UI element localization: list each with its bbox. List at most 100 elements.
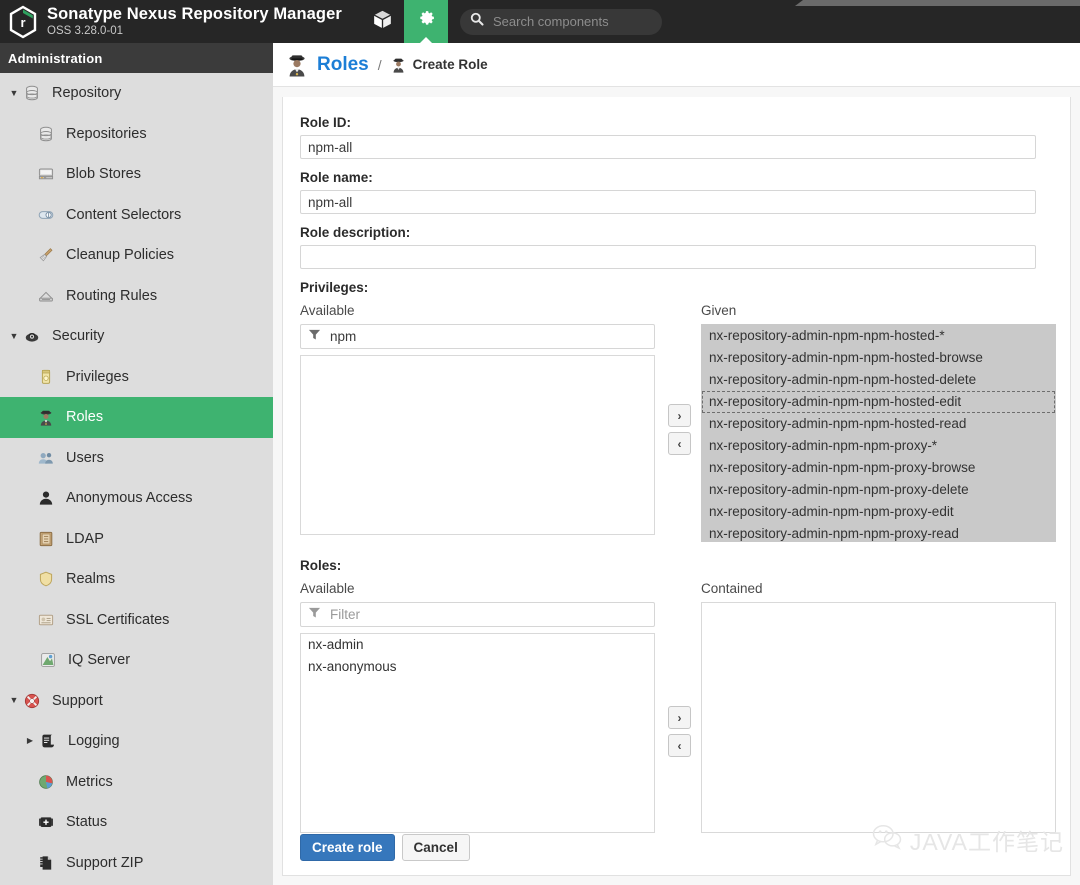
- create-role-button[interactable]: Create role: [300, 834, 395, 861]
- privileges-filter-box[interactable]: [300, 324, 655, 349]
- list-item[interactable]: nx-repository-admin-npm-npm-hosted-edit: [702, 391, 1055, 413]
- chevron-down-icon[interactable]: ▼: [6, 331, 22, 341]
- privileges-available-header: Available: [300, 303, 355, 318]
- create-role-panel: Role ID: Role name: Role description: Pr…: [282, 97, 1071, 876]
- roles-filter-box[interactable]: [300, 602, 655, 627]
- browse-tab[interactable]: [360, 0, 404, 43]
- breadcrumb-current: Create Role: [391, 57, 488, 73]
- sidebar-item-repositories[interactable]: Repositories: [0, 114, 273, 155]
- roles-available-column: Available nx-adminnx-anonymous: [300, 581, 655, 833]
- sidebar-item-realms[interactable]: Realms: [0, 559, 273, 600]
- list-item[interactable]: nx-repository-admin-npm-npm-proxy-browse: [702, 457, 1055, 479]
- privileges-available-list[interactable]: [300, 355, 655, 535]
- sidebar-item-ldap[interactable]: LDAP: [0, 519, 273, 560]
- sidebar-item-logging[interactable]: ▶ Logging: [0, 721, 273, 762]
- officer-icon: [36, 409, 56, 426]
- role-id-input[interactable]: [300, 135, 1036, 159]
- sidebar-item-status[interactable]: Status: [0, 802, 273, 843]
- top-header-bar: r Sonatype Nexus Repository Manager OSS …: [0, 0, 1080, 43]
- list-item[interactable]: nx-repository-admin-npm-npm-hosted-brows…: [702, 347, 1055, 369]
- roles-contained-list[interactable]: [701, 602, 1056, 833]
- list-item[interactable]: nx-repository-admin-npm-npm-proxy-edit: [702, 501, 1055, 523]
- list-item[interactable]: nx-repository-admin-npm-npm-hosted-delet…: [702, 369, 1055, 391]
- role-name-input[interactable]: [300, 190, 1036, 214]
- list-item[interactable]: nx-anonymous: [301, 656, 654, 678]
- roles-transfer-buttons: › ‹: [668, 706, 691, 762]
- roles-available-list[interactable]: nx-admin nx-anonymous: [300, 633, 655, 833]
- roles-available-header: Available: [300, 581, 355, 596]
- shield-icon: [36, 571, 56, 587]
- sidebar-item-blob-stores[interactable]: Blob Stores: [0, 154, 273, 195]
- cube-icon: [371, 8, 394, 36]
- search-box[interactable]: [460, 8, 662, 35]
- privileges-filter-input[interactable]: [328, 328, 647, 345]
- list-item[interactable]: nx-admin: [301, 634, 654, 656]
- certificate-icon: [36, 612, 56, 628]
- chevron-right-icon[interactable]: ▶: [22, 737, 38, 745]
- filter-icon: [308, 328, 321, 346]
- sidebar-item-roles[interactable]: Roles: [0, 397, 273, 438]
- roles-move-right-button[interactable]: ›: [668, 706, 691, 729]
- sidebar-item-metrics[interactable]: Metrics: [0, 762, 273, 803]
- sidebar-item-repository[interactable]: ▼ Repository: [0, 73, 273, 114]
- sidebar-item-routing-rules[interactable]: Routing Rules: [0, 276, 273, 317]
- svg-text:r: r: [20, 15, 25, 30]
- list-item[interactable]: nx-repository-admin-npm-npm-hosted-*: [702, 325, 1055, 347]
- sidebar-item-label: Status: [66, 814, 108, 831]
- breadcrumb-current-label: Create Role: [412, 57, 488, 72]
- cancel-button[interactable]: Cancel: [401, 834, 470, 861]
- privileges-move-left-button[interactable]: ‹: [668, 432, 691, 455]
- list-item[interactable]: nx-repository-admin-npm-npm-hosted-read: [702, 413, 1055, 435]
- list-item[interactable]: nx-repository-admin-npm-npm-proxy-delete: [702, 479, 1055, 501]
- privileges-given-column: Given nx-repository-admin-npm-npm-hosted…: [701, 303, 1056, 542]
- breadcrumb-root-link[interactable]: Roles: [317, 54, 369, 76]
- firstaid-icon: [36, 814, 56, 830]
- list-item[interactable]: nx-repository-admin-npm-npm-proxy-*: [702, 435, 1055, 457]
- chevron-down-icon[interactable]: ▼: [6, 696, 22, 705]
- sidebar-item-label: IQ Server: [68, 652, 131, 669]
- role-id-label: Role ID:: [300, 115, 352, 130]
- privileges-given-list[interactable]: nx-repository-admin-npm-npm-hosted-* nx-r…: [701, 324, 1056, 542]
- broom-icon: [36, 247, 56, 263]
- roles-contained-column: Contained: [701, 581, 1056, 833]
- sidebar-item-security[interactable]: ▼ Security: [0, 316, 273, 357]
- sidebar-item-label: Realms: [66, 571, 116, 588]
- sidebar-item-anonymous-access[interactable]: Anonymous Access: [0, 478, 273, 519]
- roles-filter-input[interactable]: [328, 606, 647, 623]
- blobstore-icon: [36, 166, 56, 182]
- brand-block: r Sonatype Nexus Repository Manager OSS …: [0, 0, 360, 43]
- search-input[interactable]: [491, 13, 652, 30]
- sidebar-item-label: Cleanup Policies: [66, 247, 175, 264]
- sidebar-item-privileges[interactable]: Privileges: [0, 357, 273, 398]
- sidebar-item-support-zip[interactable]: Support ZIP: [0, 843, 273, 884]
- sidebar-item-users[interactable]: Users: [0, 438, 273, 479]
- breadcrumb: Roles / Create Role: [273, 43, 1080, 87]
- sidebar-item-label: Security: [52, 328, 105, 345]
- database-icon: [22, 85, 42, 101]
- sidebar-item-content-selectors[interactable]: Content Selectors: [0, 195, 273, 236]
- search-area: [460, 0, 662, 43]
- list-item[interactable]: nx-repository-admin-npm-npm-proxy-read: [702, 523, 1055, 541]
- privileges-move-right-button[interactable]: ›: [668, 404, 691, 427]
- officer-icon: [286, 53, 308, 77]
- chevron-down-icon[interactable]: ▼: [6, 88, 22, 98]
- sidebar-nav-list: ▼ Repository Repositories Blob Stores Conten…: [0, 73, 273, 883]
- role-description-input[interactable]: [300, 245, 1036, 269]
- sidebar-item-label: Blob Stores: [66, 166, 141, 183]
- breadcrumb-separator: /: [377, 56, 382, 73]
- administration-tab[interactable]: [404, 0, 448, 43]
- logging-icon: [38, 733, 58, 749]
- privileges-available-column: Available: [300, 303, 655, 535]
- sidebar-item-iq-server[interactable]: IQ Server: [0, 640, 273, 681]
- zipfile-icon: [36, 855, 56, 871]
- sidebar-item-label: Users: [66, 449, 104, 466]
- piechart-icon: [36, 774, 56, 790]
- roles-move-left-button[interactable]: ‹: [668, 734, 691, 757]
- sidebar-item-support[interactable]: ▼ Support: [0, 681, 273, 722]
- admin-sidebar: Administration ▼ Repository Repositories Bl…: [0, 43, 273, 885]
- iq-icon: [38, 652, 58, 668]
- sidebar-item-ssl-certificates[interactable]: SSL Certificates: [0, 600, 273, 641]
- role-name-label: Role name:: [300, 170, 373, 185]
- sidebar-item-cleanup-policies[interactable]: Cleanup Policies: [0, 235, 273, 276]
- sidebar-item-label: Support: [52, 692, 103, 709]
